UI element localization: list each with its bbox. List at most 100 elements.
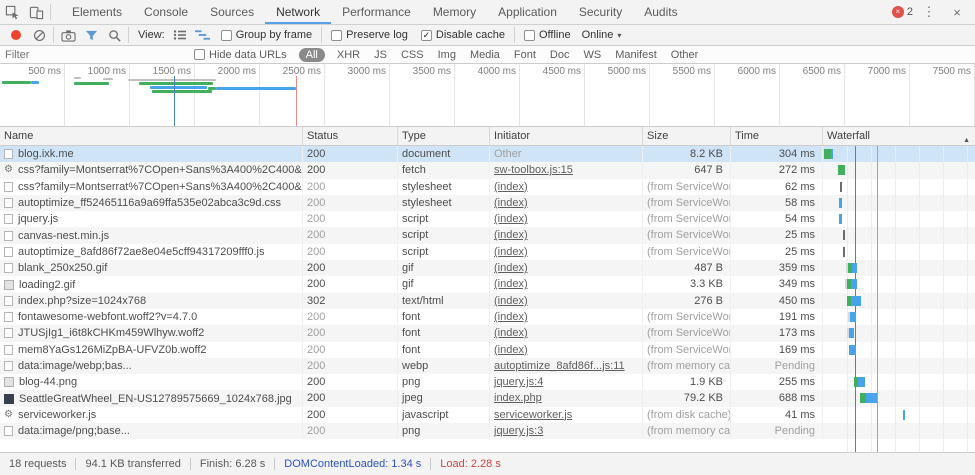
cell-initiator[interactable]: (index) [490, 195, 643, 211]
clear-icon[interactable] [28, 26, 50, 45]
inspect-element-icon[interactable] [0, 1, 24, 23]
cell-initiator[interactable]: (index) [490, 227, 643, 243]
table-row[interactable]: canvas-nest.min.js200script(index)(from … [0, 227, 975, 243]
cell-initiator[interactable]: (index) [490, 276, 643, 292]
cell-initiator[interactable]: (index) [490, 325, 643, 341]
table-row[interactable]: index.php?size=1024x768302text/html(inde… [0, 293, 975, 309]
table-row[interactable]: blog-44.png200pngjquery.js:41.9 KB255 ms [0, 374, 975, 390]
column-header-initiator[interactable]: Initiator [490, 127, 643, 145]
cell-initiator[interactable]: jquery.js:4 [490, 374, 643, 390]
table-row[interactable]: JTUSjIg1_i6t8kCHKm459Wlhyw.woff2200font(… [0, 325, 975, 341]
filter-pill-img[interactable]: Img [436, 48, 458, 62]
cell-initiator[interactable]: index.php [490, 390, 643, 406]
table-row[interactable]: fontawesome-webfont.woff2?v=4.7.0200font… [0, 309, 975, 325]
ruler-label: 2000 ms [195, 64, 260, 126]
tab-security[interactable]: Security [568, 0, 633, 24]
device-toolbar-icon[interactable] [24, 1, 48, 23]
finish-time: Finish: 6.28 s [200, 458, 265, 470]
cell-initiator[interactable]: sw-toolbox.js:15 [490, 162, 643, 178]
tab-performance[interactable]: Performance [331, 0, 422, 24]
view-overview-icon[interactable] [192, 26, 214, 45]
cell-waterfall [823, 276, 975, 292]
filter-pill-xhr[interactable]: XHR [335, 48, 362, 62]
disable-cache-checkbox[interactable]: ✓ Disable cache [421, 29, 505, 41]
document-icon [4, 296, 13, 306]
cell-name: jquery.js [0, 211, 303, 227]
record-icon[interactable] [5, 26, 27, 45]
filter-pill-css[interactable]: CSS [399, 48, 426, 62]
table-row[interactable]: autoptimize_8afd86f72ae8e04e5cff94317209… [0, 244, 975, 260]
column-header-type[interactable]: Type [398, 127, 490, 145]
column-header-name[interactable]: Name [0, 127, 303, 145]
ruler-label: 7000 ms [845, 64, 910, 126]
search-icon[interactable] [103, 26, 125, 45]
cell-name: SeattleGreatWheel_EN-US12789575669_1024x… [0, 390, 303, 406]
column-header-status[interactable]: Status [303, 127, 398, 145]
tab-sources[interactable]: Sources [199, 0, 265, 24]
cell-initiator[interactable]: (index) [490, 293, 643, 309]
table-row[interactable]: autoptimize_ff52465116a9a69ffa535e02abca… [0, 195, 975, 211]
table-row[interactable]: data:image/webp;bas...200webpautoptimize… [0, 358, 975, 374]
close-icon[interactable]: × [945, 1, 969, 23]
cell-initiator[interactable]: (index) [490, 309, 643, 325]
cell-initiator[interactable]: (index) [490, 211, 643, 227]
filter-pill-manifest[interactable]: Manifest [613, 48, 659, 62]
table-row[interactable]: jquery.js200script(index)(from ServiceWo… [0, 211, 975, 227]
table-row[interactable]: mem8YaGs126MiZpBA-UFVZ0b.woff2200font(in… [0, 342, 975, 358]
filter-pill-ws[interactable]: WS [581, 48, 603, 62]
divider [514, 27, 515, 43]
cell-initiator[interactable]: (index) [490, 260, 643, 276]
column-header-waterfall[interactable]: Waterfall▲ [823, 127, 975, 145]
table-row[interactable]: ⚙css?family=Montserrat%7COpen+Sans%3A400… [0, 162, 975, 178]
timeline-overview[interactable]: 500 ms1000 ms1500 ms2000 ms2500 ms3000 m… [0, 64, 975, 126]
tab-console[interactable]: Console [133, 0, 199, 24]
cell-initiator[interactable]: (index) [490, 244, 643, 260]
filter-icon[interactable] [80, 26, 102, 45]
filter-input[interactable] [5, 49, 170, 61]
cell-initiator[interactable]: autoptimize_8afd86f...js:11 [490, 358, 643, 374]
tab-audits[interactable]: Audits [633, 0, 688, 24]
overview-bar [103, 78, 113, 80]
cell-initiator[interactable]: serviceworker.js [490, 407, 643, 423]
image-preview-icon [4, 377, 14, 387]
filter-pill-js[interactable]: JS [372, 48, 389, 62]
checkbox-icon [194, 49, 205, 60]
screenshot-icon[interactable] [57, 26, 79, 45]
view-list-icon[interactable] [169, 26, 191, 45]
table-row[interactable]: css?family=Montserrat%7COpen+Sans%3A400%… [0, 179, 975, 195]
column-header-size[interactable]: Size [643, 127, 731, 145]
table-body: blog.ixk.me200documentOther8.2 KB304 ms⚙… [0, 146, 975, 439]
hide-data-urls-checkbox[interactable]: Hide data URLs [194, 49, 287, 61]
column-header-time[interactable]: Time [731, 127, 823, 145]
request-name: css?family=Montserrat%7COpen+Sans%3A400%… [18, 179, 303, 195]
cell-initiator[interactable]: (index) [490, 179, 643, 195]
table-row[interactable]: loading2.gif200gif(index)3.3 KB349 ms [0, 276, 975, 292]
offline-checkbox[interactable]: Offline [524, 29, 571, 41]
filter-pill-doc[interactable]: Doc [548, 48, 572, 62]
table-row[interactable]: data:image/png;base...200pngjquery.js:3(… [0, 423, 975, 439]
preserve-log-checkbox[interactable]: Preserve log [331, 29, 408, 41]
table-row[interactable]: blank_250x250.gif200gif(index)487 B359 m… [0, 260, 975, 276]
filter-pill-font[interactable]: Font [512, 48, 538, 62]
waterfall-bar-blue [850, 312, 856, 322]
throttling-dropdown[interactable]: Online ▾ [582, 29, 622, 41]
table-row[interactable]: blog.ixk.me200documentOther8.2 KB304 ms [0, 146, 975, 162]
tab-elements[interactable]: Elements [61, 0, 133, 24]
cell-type: jpeg [398, 390, 490, 406]
more-options-icon[interactable]: ⋮ [917, 1, 941, 23]
filter-pill-media[interactable]: Media [468, 48, 502, 62]
cell-initiator[interactable]: (index) [490, 342, 643, 358]
service-worker-gear-icon: ⚙ [4, 410, 13, 420]
tab-network[interactable]: Network [265, 0, 331, 24]
cell-status: 200 [303, 342, 398, 358]
group-by-frame-checkbox[interactable]: Group by frame [221, 29, 312, 41]
cell-waterfall [823, 309, 975, 325]
cell-initiator[interactable]: jquery.js:3 [490, 423, 643, 439]
table-row[interactable]: ⚙serviceworker.js200javascriptservicewor… [0, 407, 975, 423]
table-row[interactable]: SeattleGreatWheel_EN-US12789575669_1024x… [0, 390, 975, 406]
tab-application[interactable]: Application [487, 0, 568, 24]
filter-pill-other[interactable]: Other [669, 48, 701, 62]
error-count-badge[interactable]: × 2 [892, 6, 913, 18]
filter-pill-all[interactable]: All [299, 48, 325, 62]
tab-memory[interactable]: Memory [422, 0, 487, 24]
